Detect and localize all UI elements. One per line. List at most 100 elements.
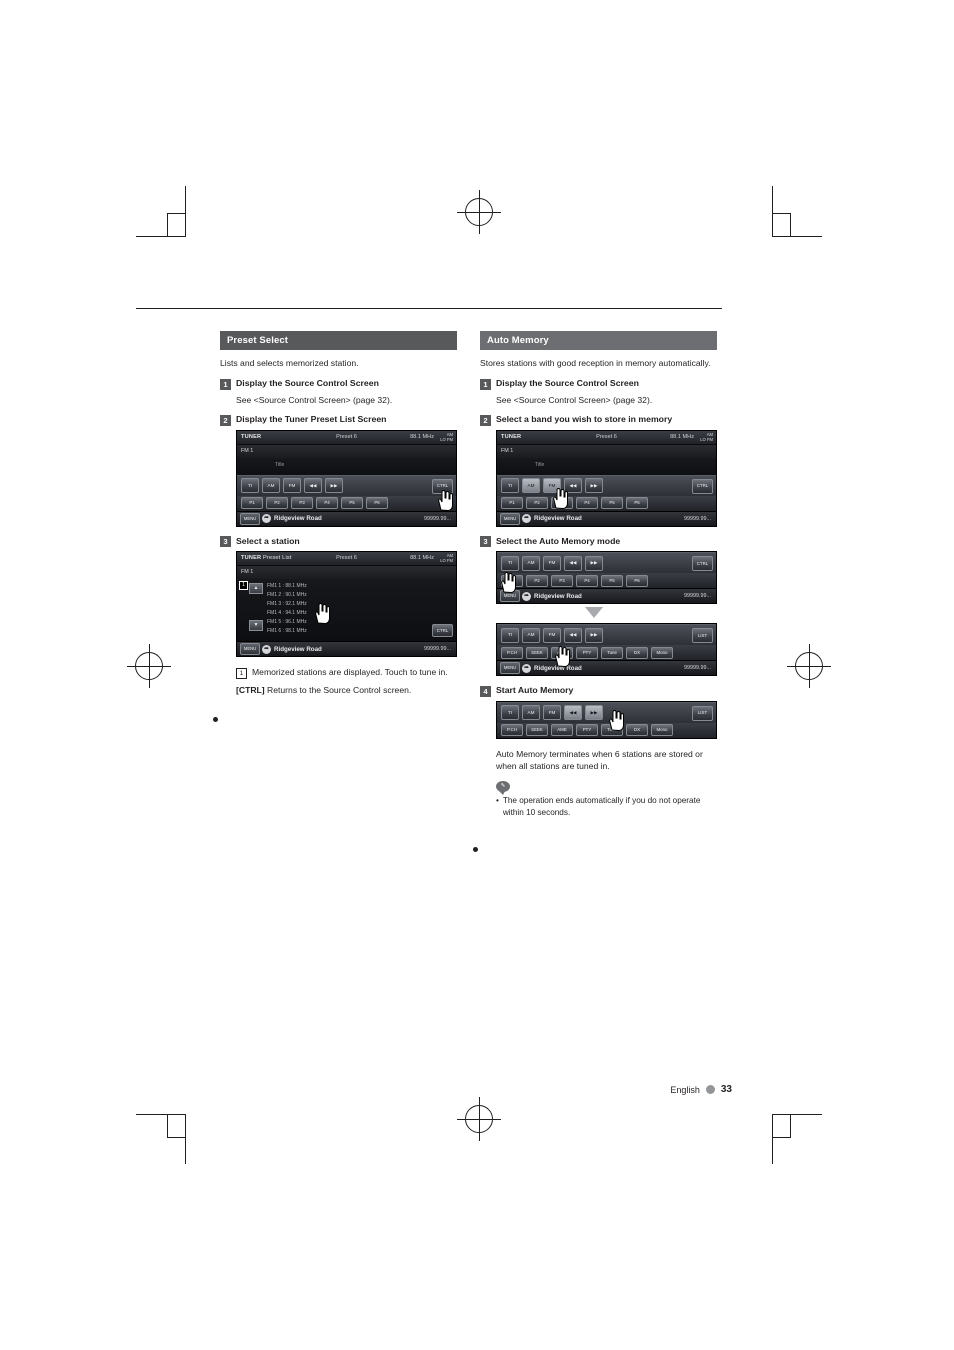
screen-button-fm[interactable]: FM [543,555,561,571]
list-item[interactable]: FM1 1 : 88.1 MHz [267,583,307,589]
screen-preset-p4[interactable]: P4 [576,574,598,587]
screen-button-prev[interactable]: ◀◀ [564,555,582,571]
note-text: The operation ends automatically if you … [502,795,701,817]
screen-button-ti[interactable]: TI [501,705,519,721]
step-1-right: 1 Display the Source Control Screen [480,378,717,390]
screen-frequency-label: 88.1 MHz [670,433,694,440]
screen-button-prev[interactable]: ◀◀ [304,478,322,494]
screen-button-next[interactable]: ▶▶ [585,705,603,721]
scroll-down-icon[interactable]: ▼ [249,620,263,632]
page-footer: English 33 [670,1084,732,1095]
screen-button-dx[interactable]: DX [626,724,648,737]
section-title-preset-select: Preset Select [220,331,457,350]
crop-mark-top-left-v2 [167,213,168,236]
screen-preset-p3[interactable]: P3 [551,574,573,587]
screen-button-am[interactable]: AM [522,478,540,494]
screen-preset-p3[interactable]: P3 [291,497,313,510]
screen-button-tune[interactable]: Tune [601,724,623,737]
screen-button-prev[interactable]: ◀◀ [564,705,582,721]
screen-button-fm[interactable]: FM [283,478,301,494]
screen-preset-p6[interactable]: P6 [366,497,388,510]
screen-preset-p5[interactable]: P5 [341,497,363,510]
screen-button-pty[interactable]: PTY [576,646,598,659]
list-item[interactable]: FM1 2 : 90.1 MHz [267,592,307,598]
screen-button-menu[interactable]: MENU [500,590,520,603]
screen-button-pty[interactable]: PTY [576,724,598,737]
screen-button-tune[interactable]: Tune [601,646,623,659]
screen-button-pch[interactable]: P.CH [501,646,523,659]
screen-button-seek[interactable]: SEEK [526,646,548,659]
step-number: 2 [220,414,231,426]
screen-button-next[interactable]: ▶▶ [585,555,603,571]
screen-button-fm[interactable]: FM [543,478,561,494]
screen-button-next[interactable]: ▶▶ [585,478,603,494]
screen-button-next[interactable]: ▶▶ [585,627,603,643]
screen-button-mono[interactable]: Mono [651,724,673,737]
screen-button-ctrl[interactable]: CTRL [432,478,453,494]
screen-button-ame[interactable]: AME [551,724,573,737]
left-column: Preset Select Lists and selects memorize… [220,331,457,699]
screen-preset-p6[interactable]: P6 [626,497,648,510]
screen-preset-p5[interactable]: P5 [601,497,623,510]
screen-auto-memory-mode: TI AM FM ◀◀ ▶▶ CTRL P1 P2 P3 P4 P5 P6 ME… [496,551,717,605]
screen-header: TUNER Preset 6 88.1 MHz AM LO FM [497,430,716,445]
screen-button-list[interactable]: LIST [692,705,713,721]
screen-button-next[interactable]: ▶▶ [325,478,343,494]
screen-button-ti[interactable]: TI [501,627,519,643]
list-item[interactable]: FM1 4 : 94.1 MHz [267,610,307,616]
screen-button-prev[interactable]: ◀◀ [564,627,582,643]
list-item[interactable]: FM1 5 : 96.1 MHz [267,619,307,625]
column-marker-left [213,717,218,722]
screen-button-dx[interactable]: DX [626,646,648,659]
screen-button-ti[interactable]: TI [241,478,259,494]
screen-button-ctrl[interactable]: CTRL [432,624,453,638]
right-column: Auto Memory Stores stations with good re… [480,331,717,819]
screen-button-ti[interactable]: TI [501,478,519,494]
screen-button-ame[interactable]: AME [551,646,573,659]
screen-button-menu[interactable]: MENU [240,643,260,656]
screen-preset-p2[interactable]: P2 [266,497,288,510]
crop-mark-bottom-left-v [185,1114,186,1164]
list-item[interactable]: FM1 6 : 98.1 MHz [267,628,307,634]
screen-preset-p1[interactable]: P1 [501,497,523,510]
screen-source-label: TUNER [241,433,262,440]
screen-preset-p2[interactable]: P2 [526,497,548,510]
screen-button-fm[interactable]: FM [543,705,561,721]
screen-preset-p4[interactable]: P4 [576,497,598,510]
screen-preset-p3[interactable]: P3 [551,497,573,510]
screen-button-fm[interactable]: FM [543,627,561,643]
screen-preset-p5[interactable]: P5 [601,574,623,587]
crop-mark-bottom-right-v2 [790,1114,791,1137]
screen-function-row: P.CH SEEK AME PTY Tune DX Mono [497,722,716,738]
step-number: 2 [480,414,491,426]
screen-button-menu[interactable]: MENU [500,512,520,525]
list-item[interactable]: FM1 3 : 92.1 MHz [267,601,307,607]
screen-station-arrow-icon: ➦ [522,591,531,601]
screen-preset-p2[interactable]: P2 [526,574,548,587]
screen-preset-p1[interactable]: P1 [501,574,523,587]
screen-button-am[interactable]: AM [522,627,540,643]
screen-preset-p6[interactable]: P6 [626,574,648,587]
screen-preset-row: P1 P2 P3 P4 P5 P6 [497,495,716,511]
screen-button-menu[interactable]: MENU [240,512,260,525]
screen-button-ti[interactable]: TI [501,555,519,571]
screen-station-name: Ridgeview Road [274,645,322,653]
screen-button-am[interactable]: AM [522,555,540,571]
screen-button-am[interactable]: AM [262,478,280,494]
screen-preset-p4[interactable]: P4 [316,497,338,510]
screen-button-ctrl[interactable]: CTRL [692,556,713,572]
screen-title-text: Title [275,461,285,468]
step-3-left: 3 Select a station [220,536,457,548]
screen-button-menu[interactable]: MENU [500,662,520,675]
screen-button-pch[interactable]: P.CH [501,724,523,737]
screen-button-mono[interactable]: Mono [651,646,673,659]
screen-amfm-indicator: AM LO FM [440,553,453,564]
scroll-up-icon[interactable]: ▲ [249,583,263,595]
screen-button-list[interactable]: LIST [692,628,713,644]
screen-button-seek[interactable]: SEEK [526,724,548,737]
screen-preset-p1[interactable]: P1 [241,497,263,510]
step-number: 3 [480,536,491,548]
screen-button-am[interactable]: AM [522,705,540,721]
screen-button-ctrl[interactable]: CTRL [692,478,713,494]
screen-button-prev[interactable]: ◀◀ [564,478,582,494]
